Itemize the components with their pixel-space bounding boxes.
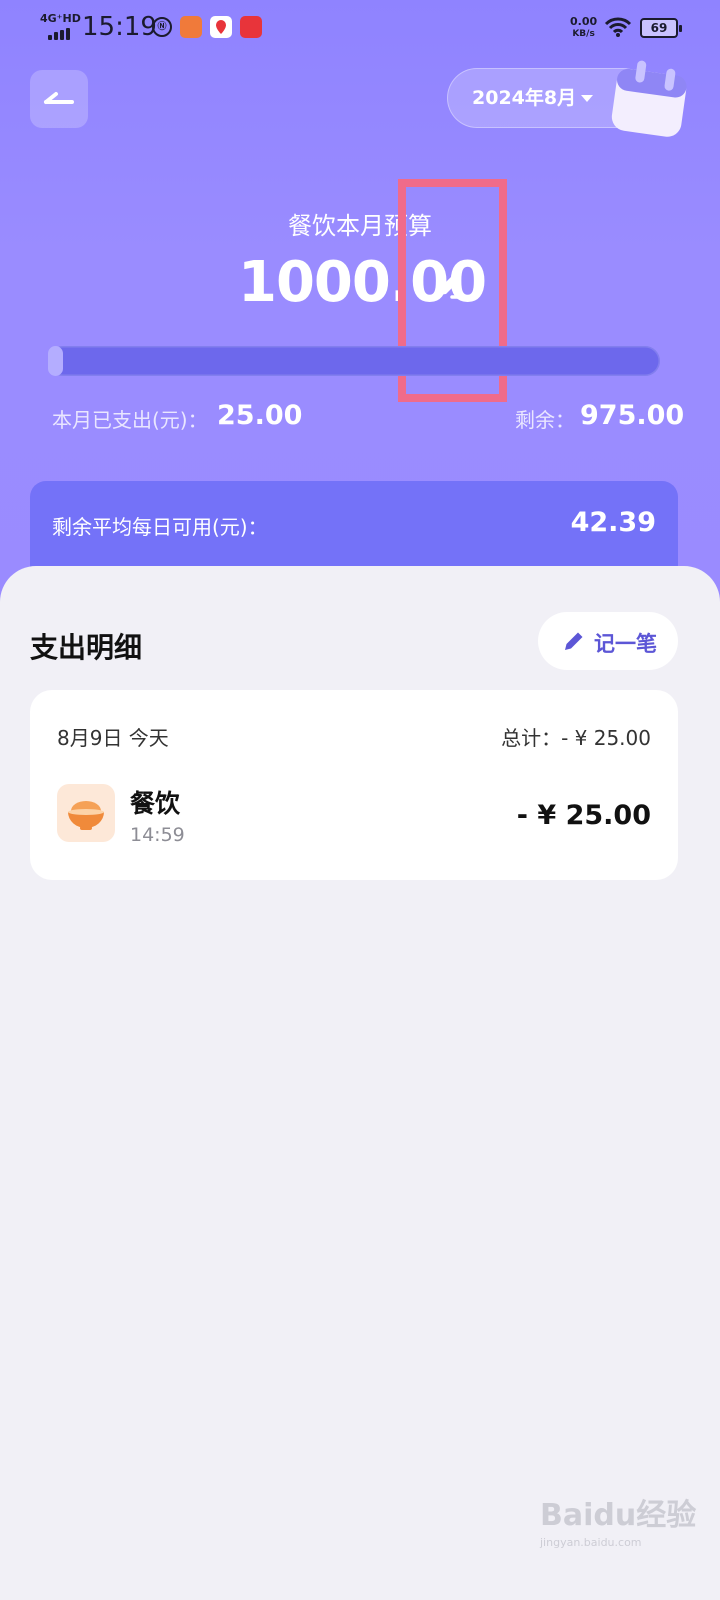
clock: 15:19 xyxy=(82,12,157,42)
daily-available-label: 剩余平均每日可用(元)： xyxy=(52,515,268,539)
nfc-icon: Ⓝ xyxy=(152,17,172,37)
details-title: 支出明细 xyxy=(30,631,143,664)
daily-available-value: 42.39 xyxy=(570,507,656,538)
budget-progress-bar xyxy=(48,346,660,376)
spent-label: 本月已支出(元)： xyxy=(52,408,208,432)
app-notification-icon xyxy=(180,16,202,38)
wifi-icon xyxy=(604,17,632,37)
expense-amount: - ¥ 25.00 xyxy=(516,800,651,831)
add-record-label: 记一笔 xyxy=(594,632,657,656)
status-bar: 4G⁺HD 15:19 Ⓝ 0.00 KB/s 69 xyxy=(0,0,720,56)
budget-label: 餐饮本月预算 xyxy=(288,212,432,240)
net-speed-value: 0.00 xyxy=(570,15,598,28)
back-button[interactable] xyxy=(30,70,88,128)
pencil-icon xyxy=(565,632,583,650)
battery-icon: 69 xyxy=(640,18,682,38)
rice-bowl-icon xyxy=(57,784,115,842)
month-selector-label: 2024年8月 xyxy=(472,87,577,109)
group-date: 8月9日 今天 xyxy=(57,726,169,750)
shopping-notification-icon xyxy=(240,16,262,38)
net-speed-unit: KB/s xyxy=(572,29,595,39)
caret-down-icon xyxy=(581,95,593,102)
back-arrow-icon xyxy=(44,92,74,104)
network-indicator: 4G⁺HD xyxy=(40,12,81,25)
watermark-url: jingyan.baidu.com xyxy=(540,1536,642,1549)
map-notification-icon xyxy=(210,16,232,38)
expense-time: 14:59 xyxy=(130,824,185,846)
signal-icon xyxy=(48,28,70,40)
group-total: 总计：- ¥ 25.00 xyxy=(501,726,651,750)
net-speed: 0.00 KB/s xyxy=(570,16,597,40)
watermark-logo: Baidu经验 xyxy=(540,1498,697,1533)
day-group-card: 8月9日 今天 总计：- ¥ 25.00 餐饮 14:59 - ¥ 25.00 xyxy=(30,690,678,880)
budget-progress-fill xyxy=(48,346,64,376)
remaining-label: 剩余： xyxy=(515,408,575,432)
add-record-button[interactable]: 记一笔 xyxy=(538,612,678,670)
details-sheet: 支出明细 记一笔 8月9日 今天 总计：- ¥ 25.00 餐饮 14:59 -… xyxy=(0,566,720,1600)
expense-category: 餐饮 xyxy=(130,789,181,818)
watermark: Baidu经验 jingyan.baidu.com xyxy=(540,1490,696,1549)
calendar-icon xyxy=(611,60,687,137)
remaining-value: 975.00 xyxy=(580,400,685,431)
spent-value: 25.00 xyxy=(217,400,303,431)
